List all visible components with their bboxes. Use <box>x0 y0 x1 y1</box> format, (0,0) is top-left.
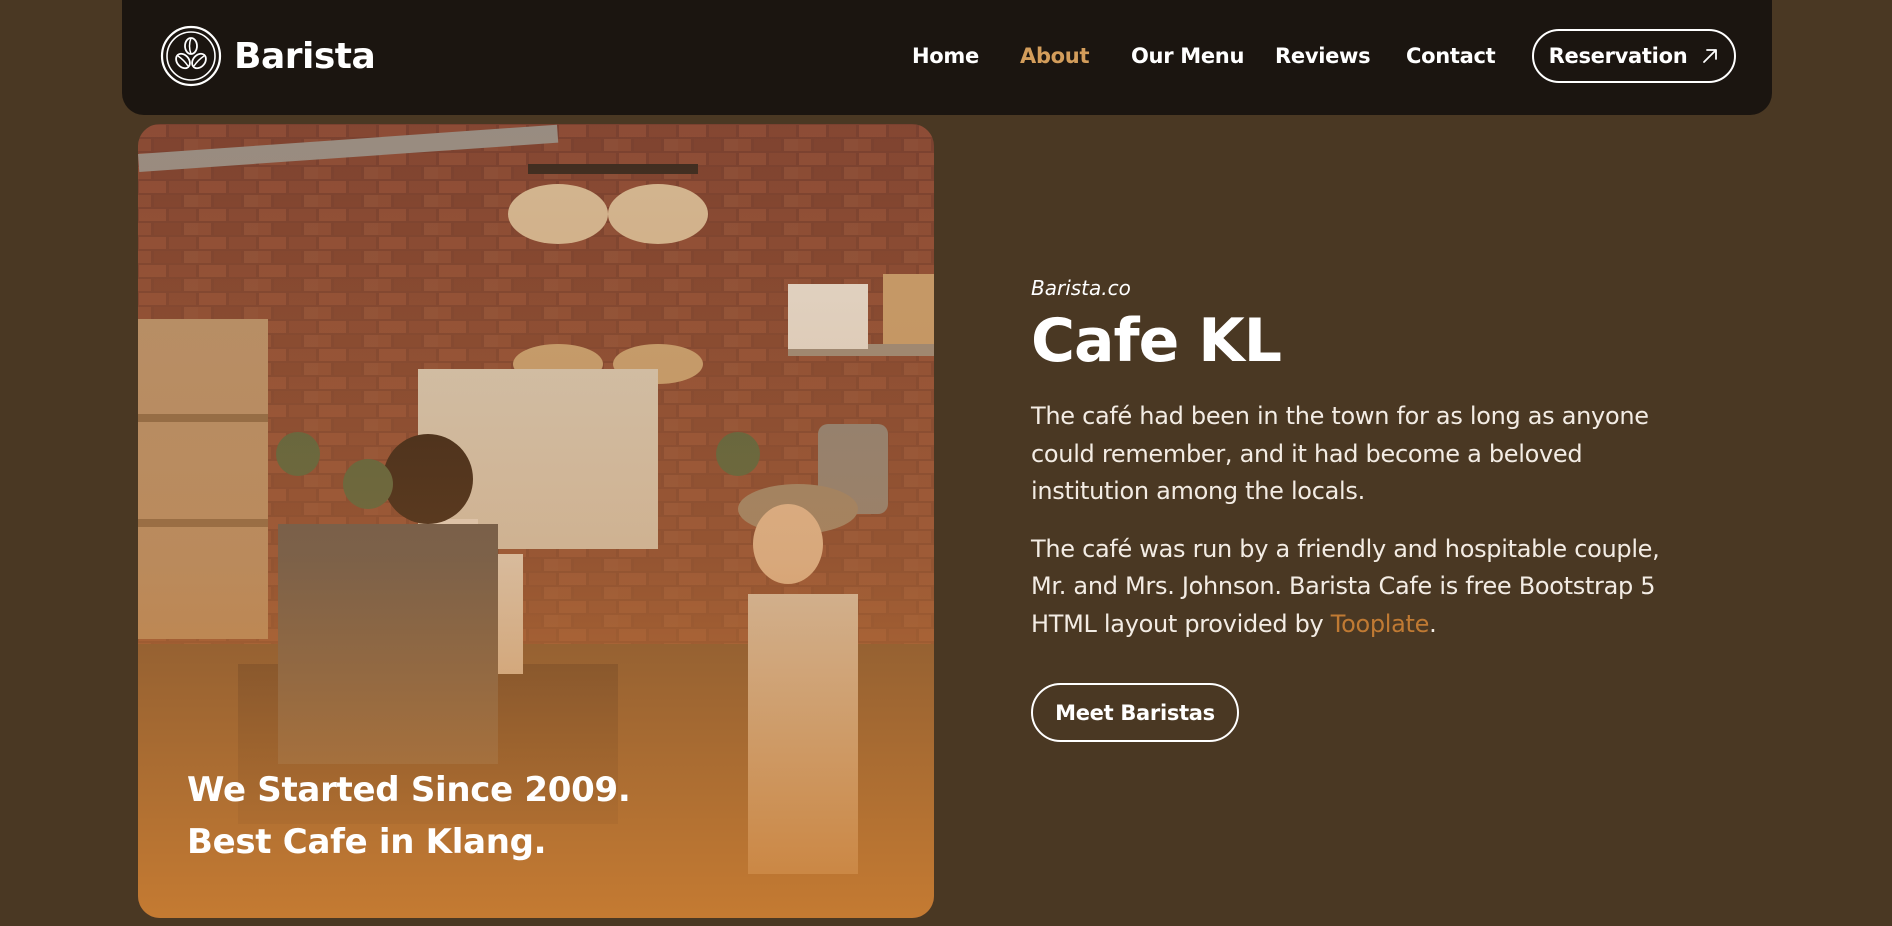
page: Barista Home About Our Menu Reviews Cont… <box>0 0 1892 926</box>
about-paragraph-1: The café had been in the town for as lon… <box>1031 402 1649 505</box>
nav-item-reviews[interactable]: Reviews <box>1275 44 1371 68</box>
reservation-label: Reservation <box>1548 44 1688 68</box>
about-eyebrow: Barista.co <box>1031 276 1131 300</box>
meet-baristas-button[interactable]: Meet Baristas <box>1031 683 1239 742</box>
nav-item-home[interactable]: Home <box>912 44 979 68</box>
about-paragraph-2: The café was run by a friendly and hospi… <box>1031 531 1691 644</box>
navbar: Barista Home About Our Menu Reviews Cont… <box>122 0 1772 115</box>
about-title: Cafe KL <box>1031 306 1282 376</box>
caption-line-1: We Started Since 2009. <box>187 770 631 810</box>
nav-item-contact[interactable]: Contact <box>1406 44 1496 68</box>
photo-caption: We Started Since 2009. Best Cafe in Klan… <box>187 764 631 868</box>
nav-item-our-menu[interactable]: Our Menu <box>1131 44 1244 68</box>
cafe-photo-card: We Started Since 2009. Best Cafe in Klan… <box>138 124 934 918</box>
reservation-button[interactable]: Reservation <box>1532 29 1736 83</box>
arrow-up-right-icon <box>1703 49 1718 63</box>
caption-line-2: Best Cafe in Klang. <box>187 822 547 862</box>
tooplate-link[interactable]: Tooplate <box>1331 610 1430 638</box>
main-nav: Home About Our Menu Reviews Contact <box>122 0 1772 115</box>
about-section: Barista.co Cafe KL The café had been in … <box>1031 276 1691 742</box>
paragraph-2-suffix: . <box>1429 609 1437 638</box>
nav-item-about[interactable]: About <box>1020 44 1090 68</box>
